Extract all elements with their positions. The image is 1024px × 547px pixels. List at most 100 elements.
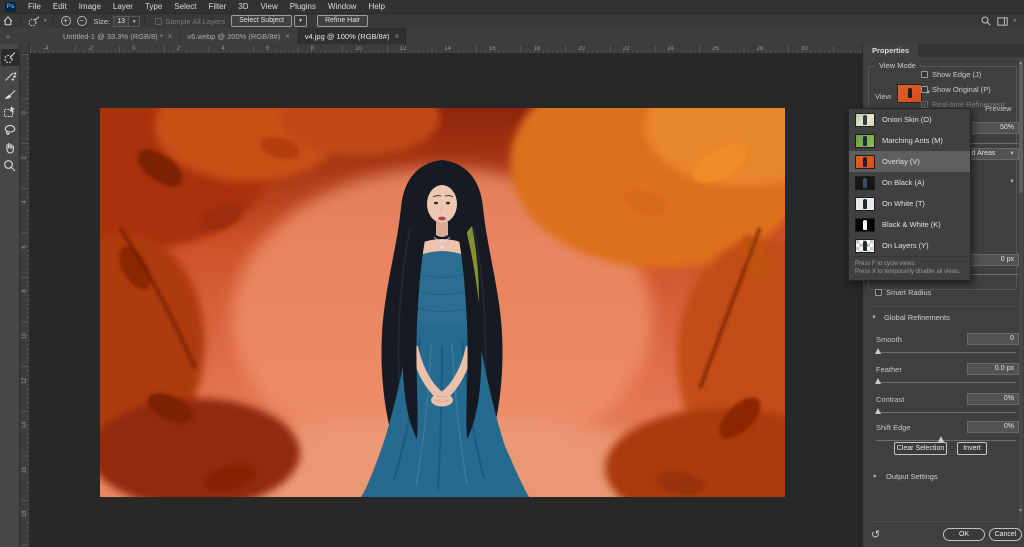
brush-tool[interactable] bbox=[1, 85, 19, 102]
chevron-down-icon[interactable]: ▾ bbox=[1013, 18, 1016, 24]
options-bar: ▾ + − Size: 13 ▼ Sample All Layers Selec… bbox=[0, 13, 1024, 28]
invert-button[interactable]: Invert bbox=[957, 442, 987, 455]
menu-item-layer[interactable]: Layer bbox=[107, 0, 139, 13]
refine-hair-button[interactable]: Refine Hair bbox=[317, 15, 368, 27]
object-selection-tool-icon bbox=[3, 105, 17, 119]
scrollbar-thumb[interactable] bbox=[1019, 63, 1023, 193]
refine-edge-brush-tool[interactable] bbox=[1, 67, 19, 84]
select-subject-dropdown[interactable]: ▼ bbox=[294, 15, 307, 27]
scroll-up-icon[interactable]: ▲ bbox=[1018, 60, 1023, 66]
document-tab[interactable]: v4.jpg @ 100% (RGB/8#)× bbox=[298, 28, 407, 44]
contrast-slider[interactable] bbox=[876, 412, 1016, 413]
menu-item-select[interactable]: Select bbox=[168, 0, 202, 13]
ruler-label: 0 bbox=[132, 46, 135, 52]
brush-size-dropdown[interactable]: ▼ bbox=[129, 16, 140, 27]
quick-selection-tool-icon bbox=[3, 51, 17, 65]
select-subject-button[interactable]: Select Subject bbox=[231, 15, 292, 27]
brush-size-field[interactable]: 13 bbox=[113, 16, 129, 27]
view-mode-option[interactable]: Black & White (K) bbox=[849, 214, 970, 235]
collapse-chevron-icon[interactable]: ▼ bbox=[871, 315, 877, 321]
quick-selection-tool[interactable] bbox=[1, 49, 19, 66]
opacity-field[interactable]: 50% bbox=[969, 122, 1019, 134]
menu-item-image[interactable]: Image bbox=[73, 0, 107, 13]
cancel-button[interactable]: Cancel bbox=[989, 528, 1022, 541]
menu-item-help[interactable]: Help bbox=[362, 0, 390, 13]
subtract-selection-button[interactable]: − bbox=[77, 16, 87, 26]
ruler-label: 12 bbox=[22, 376, 28, 386]
ruler-label: -2 bbox=[88, 46, 93, 52]
smooth-slider[interactable] bbox=[876, 352, 1016, 353]
panel-scrollbar[interactable] bbox=[1019, 59, 1023, 524]
tool-bar bbox=[0, 44, 20, 547]
feather-field[interactable]: 0.0 px bbox=[967, 363, 1019, 375]
view-mode-option[interactable]: Overlay (V) bbox=[849, 151, 970, 172]
view-mode-thumbnail[interactable] bbox=[897, 84, 922, 103]
menu-item-plugins[interactable]: Plugins bbox=[284, 0, 322, 13]
show-original-checkbox[interactable]: Show Original (P) bbox=[921, 85, 991, 94]
ok-button[interactable]: OK bbox=[943, 528, 985, 541]
workspace-switcher-icon[interactable] bbox=[994, 17, 1011, 26]
ruler-label: 6 bbox=[266, 46, 269, 52]
add-selection-button[interactable]: + bbox=[61, 16, 71, 26]
document-tab[interactable]: v6.webp @ 200% (RGB/8#)× bbox=[180, 28, 297, 44]
search-icon[interactable] bbox=[978, 16, 994, 26]
clear-selection-button[interactable]: Clear Selection bbox=[894, 442, 947, 455]
menu-item-file[interactable]: File bbox=[22, 0, 47, 13]
checkbox-icon bbox=[155, 18, 162, 25]
radius-field[interactable]: 0 px bbox=[967, 254, 1019, 266]
quick-selection-brush-icon[interactable] bbox=[25, 16, 44, 27]
hand-tool[interactable] bbox=[1, 139, 19, 156]
zoom-tool[interactable] bbox=[1, 157, 19, 174]
overlay-thumbnail-icon bbox=[855, 155, 875, 169]
bw-thumbnail-icon bbox=[855, 218, 875, 232]
onion-thumbnail-icon bbox=[855, 113, 875, 127]
ruler-label: 10 bbox=[22, 331, 28, 341]
slider-handle[interactable] bbox=[875, 408, 881, 414]
shift-edge-field[interactable]: 0% bbox=[967, 421, 1019, 433]
checkbox-icon bbox=[921, 101, 928, 108]
slider-handle[interactable] bbox=[875, 378, 881, 384]
ruler-label: 16 bbox=[22, 465, 28, 475]
view-mode-menu: Onion Skin (O)Marching Ants (M)Overlay (… bbox=[848, 108, 971, 281]
expand-chevron-icon[interactable]: ▼ bbox=[873, 473, 879, 479]
menu-item-edit[interactable]: Edit bbox=[47, 0, 73, 13]
shift-edge-slider[interactable] bbox=[876, 440, 1016, 441]
show-edge-checkbox[interactable]: Show Edge (J) bbox=[921, 70, 981, 79]
checkbox-icon bbox=[875, 289, 882, 296]
feather-slider[interactable] bbox=[876, 382, 1016, 383]
menu-item-3d[interactable]: 3D bbox=[232, 0, 254, 13]
close-icon[interactable]: × bbox=[394, 32, 399, 41]
tab-overflow-icon[interactable]: » bbox=[0, 28, 16, 44]
scroll-down-icon[interactable]: ▼ bbox=[1018, 508, 1023, 514]
close-icon[interactable]: × bbox=[285, 32, 290, 41]
menu-item-view[interactable]: View bbox=[255, 0, 284, 13]
chevron-down-icon[interactable]: ▾ bbox=[44, 18, 47, 24]
view-mode-option[interactable]: On White (T) bbox=[849, 193, 970, 214]
view-mode-option[interactable]: Marching Ants (M) bbox=[849, 130, 970, 151]
ruler-label: 14 bbox=[444, 46, 451, 52]
contrast-field[interactable]: 0% bbox=[967, 393, 1019, 405]
output-settings-title[interactable]: Output Settings bbox=[886, 472, 938, 481]
slider-handle[interactable] bbox=[875, 348, 881, 354]
document-tab[interactable]: Untitled-1 @ 33.3% (RGB/8) *× bbox=[56, 28, 180, 44]
document-tab-bar: » Untitled-1 @ 33.3% (RGB/8) *×v6.webp @… bbox=[0, 28, 1024, 44]
close-icon[interactable]: × bbox=[168, 32, 173, 41]
menu-item-filter[interactable]: Filter bbox=[203, 0, 233, 13]
smooth-field[interactable]: 0 bbox=[967, 333, 1019, 345]
object-selection-tool[interactable] bbox=[1, 103, 19, 120]
view-mode-option[interactable]: On Layers (Y) bbox=[849, 235, 970, 256]
smart-radius-checkbox[interactable]: Smart Radius bbox=[875, 288, 931, 297]
menu-item-type[interactable]: Type bbox=[139, 0, 168, 13]
view-mode-option[interactable]: Onion Skin (O) bbox=[849, 109, 970, 130]
lasso-tool[interactable] bbox=[1, 121, 19, 138]
tab-properties[interactable]: Properties bbox=[863, 44, 918, 57]
reset-icon[interactable]: ↺ bbox=[871, 528, 880, 541]
ruler-label: 14 bbox=[22, 420, 28, 430]
view-mode-option[interactable]: On Black (A) bbox=[849, 172, 970, 193]
home-icon[interactable] bbox=[0, 16, 16, 26]
menu-item-window[interactable]: Window bbox=[322, 0, 362, 13]
separator bbox=[20, 16, 21, 26]
document-image[interactable] bbox=[100, 108, 785, 497]
color-dropdown-chevron-icon[interactable]: ▼ bbox=[1009, 179, 1015, 185]
canvas-area[interactable] bbox=[30, 54, 862, 547]
